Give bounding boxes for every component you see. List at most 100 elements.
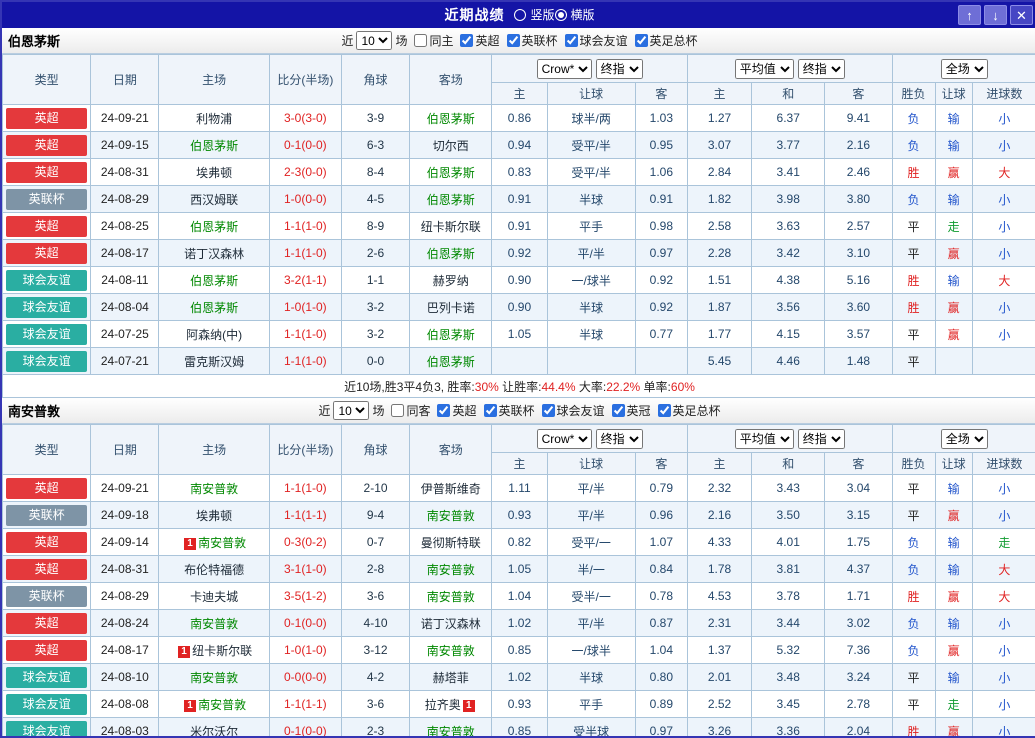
radio-label: 横版 xyxy=(571,6,595,23)
same-venue-filter[interactable]: 同客 xyxy=(387,402,430,419)
odds-home-cell: 0.93 xyxy=(492,691,547,718)
league-filter[interactable]: 英足总杯 xyxy=(654,402,721,419)
odds-away-cell: 0.96 xyxy=(635,502,687,529)
home-team-name: 埃弗顿 xyxy=(196,166,232,180)
result-wl-cell: 胜 xyxy=(892,159,935,186)
avg-away-cell: 9.41 xyxy=(825,105,892,132)
result-goals-cell: 小 xyxy=(972,186,1035,213)
match-row: 球会友谊24-08-10南安普敦0-0(0-0)4-2赫塔菲1.02半球0.80… xyxy=(3,664,1035,691)
home-team-cell: 伯恩茅斯 xyxy=(159,267,269,294)
team-section: 南安普敦近10场同客英超英联杯球会友谊英冠英足总杯类型日期主场比分(半场)角球客… xyxy=(2,398,1035,738)
odds-away-cell: 0.78 xyxy=(635,583,687,610)
avg-draw-cell: 3.98 xyxy=(752,186,825,213)
home-team-cell: 埃弗顿 xyxy=(159,502,269,529)
odds-home-cell: 0.82 xyxy=(492,529,547,556)
avg-away-cell: 2.78 xyxy=(825,691,892,718)
avg-draw-cell: 3.81 xyxy=(752,556,825,583)
layout-radio-vertical[interactable]: 竖版 xyxy=(514,6,554,23)
result-wl-cell: 负 xyxy=(892,186,935,213)
home-team-cell: 伯恩茅斯 xyxy=(159,294,269,321)
league-checkbox[interactable] xyxy=(484,404,497,417)
away-team-cell: 南安普敦 xyxy=(410,637,492,664)
league-checkbox[interactable] xyxy=(460,34,473,47)
result-handicap-cell: 输 xyxy=(935,267,972,294)
corner-cell: 8-9 xyxy=(341,213,409,240)
league-filter[interactable]: 英超 xyxy=(456,32,499,49)
odds-home-cell: 0.90 xyxy=(492,267,547,294)
league-type-cell: 球会友谊 xyxy=(3,348,91,375)
fulltime-select[interactable]: 全场 xyxy=(941,429,988,449)
league-filter[interactable]: 球会友谊 xyxy=(538,402,605,419)
home-team-cell: 雷克斯汉姆 xyxy=(159,348,269,375)
avg-draw-cell: 3.77 xyxy=(752,132,825,159)
result-handicap-cell: 输 xyxy=(935,475,972,502)
home-team-name: 伯恩茅斯 xyxy=(190,220,238,234)
away-team-cell: 切尔西 xyxy=(410,132,492,159)
red-card-badge: 1 xyxy=(178,646,190,658)
league-type-cell: 英超 xyxy=(3,610,91,637)
league-checkbox[interactable] xyxy=(437,404,450,417)
summary-segment: 30% xyxy=(475,380,499,394)
league-filter-label: 球会友谊 xyxy=(580,32,628,49)
same-venue-checkbox[interactable] xyxy=(391,404,404,417)
average-select[interactable]: 平均值 xyxy=(735,429,794,449)
league-checkbox[interactable] xyxy=(658,404,671,417)
league-checkbox[interactable] xyxy=(612,404,625,417)
average-select[interactable]: 平均值 xyxy=(735,59,794,79)
away-team-name: 南安普敦 xyxy=(427,509,475,523)
avg-stage-select[interactable]: 终指 xyxy=(798,59,845,79)
col-type-header: 类型 xyxy=(3,55,91,105)
league-checkbox[interactable] xyxy=(565,34,578,47)
result-handicap-cell: 赢 xyxy=(935,637,972,664)
score-cell: 1-1(1-0) xyxy=(269,240,341,267)
same-venue-checkbox[interactable] xyxy=(414,34,427,47)
odds-away-cell: 0.89 xyxy=(635,691,687,718)
move-down-button[interactable]: ↓ xyxy=(984,5,1007,25)
league-filter[interactable]: 英联杯 xyxy=(480,402,535,419)
home-team-name: 伯恩茅斯 xyxy=(190,139,238,153)
bookmaker-select[interactable]: Crow* xyxy=(537,59,592,79)
league-type-cell: 英联杯 xyxy=(3,186,91,213)
result-wl-cell: 负 xyxy=(892,529,935,556)
games-count-select[interactable]: 10 xyxy=(333,401,369,420)
league-filter[interactable]: 英冠 xyxy=(608,402,651,419)
result-handicap-cell: 输 xyxy=(935,529,972,556)
recent-results-panel: 近期战绩 竖版横版 ↑ ↓ ✕ 伯恩茅斯近10场同主英超英联杯球会友谊英足总杯类… xyxy=(0,0,1035,738)
league-filter[interactable]: 英超 xyxy=(433,402,476,419)
league-checkbox[interactable] xyxy=(635,34,648,47)
corner-cell: 4-2 xyxy=(341,664,409,691)
bookmaker-select[interactable]: Crow* xyxy=(537,429,592,449)
results-table: 类型日期主场比分(半场)角球客场Crow*终指平均值终指全场主让球客主和客胜负让… xyxy=(2,424,1035,738)
league-checkbox[interactable] xyxy=(507,34,520,47)
date-cell: 24-08-10 xyxy=(91,664,159,691)
fulltime-select[interactable]: 全场 xyxy=(941,59,988,79)
close-button[interactable]: ✕ xyxy=(1010,5,1033,25)
avg-stage-select[interactable]: 终指 xyxy=(798,429,845,449)
same-venue-filter[interactable]: 同主 xyxy=(410,32,453,49)
avg-away-cell: 2.16 xyxy=(825,132,892,159)
layout-radio-horizontal[interactable]: 横版 xyxy=(555,6,595,23)
home-team-cell: 伯恩茅斯 xyxy=(159,132,269,159)
move-up-button[interactable]: ↑ xyxy=(958,5,981,25)
avg-away-cell: 2.46 xyxy=(825,159,892,186)
avg-away-cell: 3.57 xyxy=(825,321,892,348)
league-filter[interactable]: 英联杯 xyxy=(503,32,558,49)
summary-segment: 单率: xyxy=(640,380,671,394)
score-cell: 0-1(0-0) xyxy=(269,610,341,637)
odds-stage-select[interactable]: 终指 xyxy=(596,429,643,449)
home-team-name: 南安普敦 xyxy=(190,482,238,496)
league-type-cell: 英超 xyxy=(3,213,91,240)
league-filter[interactable]: 球会友谊 xyxy=(561,32,628,49)
home-team-name: 雷克斯汉姆 xyxy=(184,355,244,369)
odds-handicap-cell: 平/半 xyxy=(547,475,635,502)
avg-home-cell: 1.37 xyxy=(687,637,751,664)
result-handicap-header: 让球 xyxy=(935,453,972,475)
league-checkbox[interactable] xyxy=(542,404,555,417)
avg-draw-cell: 4.38 xyxy=(752,267,825,294)
games-count-select[interactable]: 10 xyxy=(356,31,392,50)
away-team-name: 伯恩茅斯 xyxy=(427,328,475,342)
odds-away-cell: 0.97 xyxy=(635,240,687,267)
league-filter[interactable]: 英足总杯 xyxy=(631,32,698,49)
odds-stage-select[interactable]: 终指 xyxy=(596,59,643,79)
away-team-cell: 诺丁汉森林 xyxy=(410,610,492,637)
